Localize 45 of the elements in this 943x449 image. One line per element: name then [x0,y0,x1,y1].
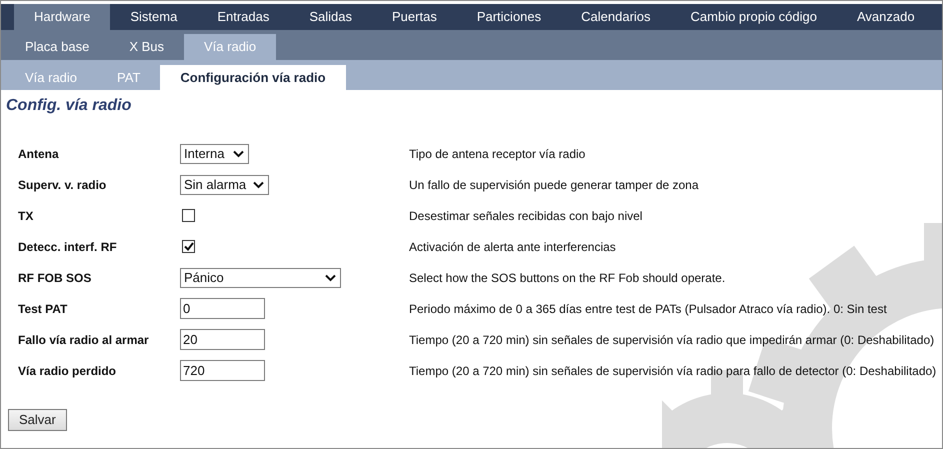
checkbox[interactable] [182,209,195,222]
field-description: Select how the SOS buttons on the RF Fob should operate. [409,270,726,286]
chevron-down-icon [253,180,264,188]
input-field[interactable]: 20 [180,329,265,350]
dropdown-value: Interna [184,144,224,163]
field-description: Desestimar señales recibidas con bajo nivel [409,208,642,224]
chevron-down-icon [325,274,336,282]
dropdown[interactable]: Sin alarma [180,174,269,194]
main-tab[interactable]: Calendarios [561,4,671,30]
field-label: Detecc. interf. RF [18,238,118,256]
dropdown[interactable]: Interna [180,144,249,164]
field-label: Antena [18,146,60,162]
field-label: Fallo vía radio al armar [18,332,150,348]
section-tab[interactable]: Configuración vía radio [160,65,346,90]
field-description: Periodo máximo de 0 a 365 días entre test de PATs (Pulsador Atraco vía radio). 0: Sin test [409,300,887,318]
dropdown-value: Pánico [184,268,224,287]
input-field[interactable]: 720 [180,360,265,381]
main-tab[interactable]: Cambio propio código [670,4,837,30]
chevron-down-icon [233,150,244,158]
dropdown-value: Sin alarma [184,176,246,194]
main-tab[interactable]: Puertas [372,4,457,30]
input-field[interactable]: 0 [180,298,265,319]
field-label: Superv. v. radio [18,176,108,194]
field-description: Un fallo de supervisión puede generar tamper de zona [409,176,699,194]
sub-tab[interactable]: X Bus [109,34,184,60]
dropdown[interactable]: Pánico [180,268,341,288]
sub-tab[interactable]: Placa base [5,34,110,60]
field-description: Tiempo (20 a 720 min) sin señales de supervisión vía radio que impedirán armar (0: Deshabilitado) [409,332,934,348]
field-description: Tipo de antena receptor vía radio [409,146,586,162]
save-button[interactable]: Salvar [8,408,67,431]
main-tab[interactable]: Avanzado [836,4,935,30]
checkbox[interactable] [182,240,195,253]
main-tab[interactable]: Salidas [289,4,372,30]
checkmark-icon [184,242,194,251]
main-tab[interactable]: Sistema [110,4,198,30]
main-tab[interactable]: Entradas [197,4,290,30]
page-title: Config. vía radio [5,96,132,116]
field-label: RF FOB SOS [18,270,92,286]
field-description: Activación de alerta ante interferencias [409,238,616,256]
main-tab[interactable]: Particiones [456,4,562,30]
main-tab[interactable]: Hardware [14,4,110,30]
field-label: Vía radio perdido [18,362,118,380]
field-label: TX [18,208,34,224]
field-description: Tiempo (20 a 720 min) sin señales de supervisión vía radio para fallo de detector (0: Deshabilitado) [409,362,936,380]
field-label: Test PAT [18,300,68,318]
